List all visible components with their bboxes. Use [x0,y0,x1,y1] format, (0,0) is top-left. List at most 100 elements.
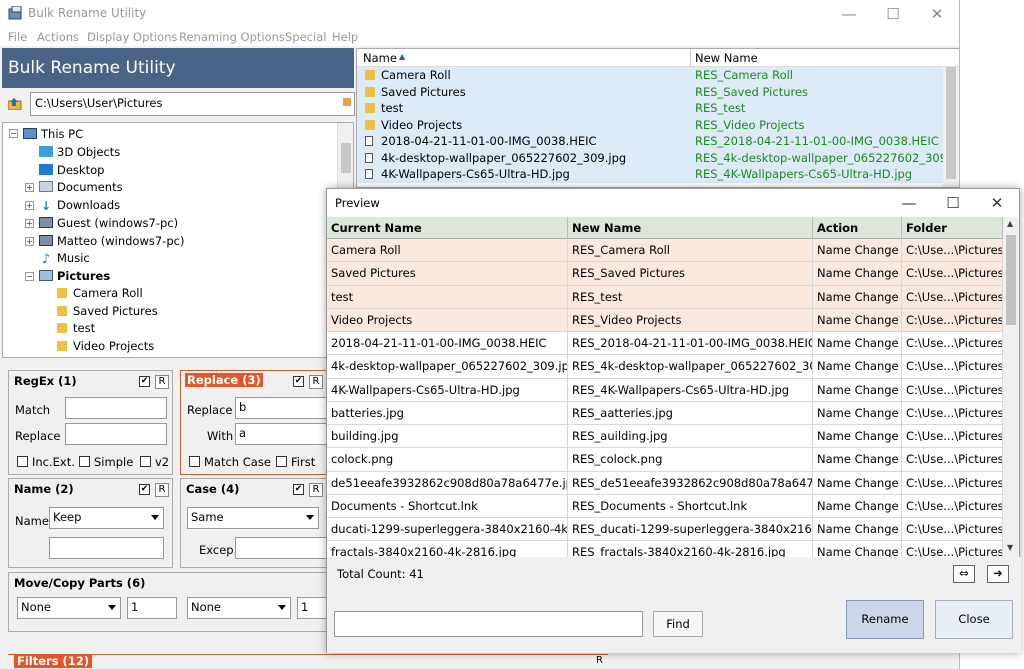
tree-node[interactable]: Saved Pictures [57,304,158,321]
header-current-name[interactable]: Current Name [327,217,568,239]
fit-columns-button[interactable]: ⇔ [953,565,975,583]
path-browse-icon[interactable] [343,98,351,106]
rename-button[interactable]: Rename [846,600,924,639]
name-enable-checkbox[interactable]: ✔ [139,484,150,495]
preview-close-button[interactable]: ✕ [975,189,1019,217]
header-folder[interactable]: Folder [902,217,1003,239]
name-reset-button[interactable]: R [155,483,169,497]
minimize-button[interactable]: — [826,0,872,28]
preview-row[interactable]: Documents - Shortcut.lnk RES_Documents - … [327,494,1003,518]
move-copy-count-2[interactable]: 1 [297,597,327,619]
file-row[interactable]: Video Projects RES_Video Projects [357,116,945,133]
preview-minimize-button[interactable]: — [887,189,931,217]
tree-node[interactable]: test [57,321,95,338]
preview-row[interactable]: Video Projects RES_Video Projects Name Cha… [327,308,1003,332]
preview-row[interactable]: colock.png RES_colock.png Name Change C:\Us… [327,448,1003,472]
file-list-scroll-thumb[interactable] [946,67,956,179]
expand-icon[interactable]: + [25,201,34,210]
regex-replace-input[interactable] [65,423,167,445]
file-row[interactable]: 4k-desktop-wallpaper_065227602_309.jpg RE… [357,149,959,166]
excep-input[interactable] [235,537,329,559]
tree-scroll-thumb[interactable] [341,143,351,173]
file-row[interactable]: Camera Roll RES_Camera Roll [357,67,945,84]
preview-row[interactable]: Saved Pictures RES_Saved Pictures Name Cha… [327,262,1003,286]
replace-input[interactable]: b [235,397,329,419]
preview-row[interactable]: Camera Roll RES_Camera Roll Name Change C:\… [327,239,1003,263]
tree-node[interactable]: 3D Objects [39,145,120,162]
menu-display-options[interactable]: Display Options [87,30,177,44]
match-case-checkbox[interactable] [189,456,200,467]
preview-scrollbar[interactable]: ▲ ▼ [1003,217,1019,557]
column-header-new-name[interactable]: New Name [695,51,758,65]
move-copy-select-1[interactable]: None [17,597,121,619]
regex-reset-button[interactable]: R [155,375,169,389]
case-select[interactable]: Same [187,507,319,529]
scroll-down-icon[interactable]: ▼ [1007,543,1013,552]
path-input[interactable]: C:\Users\User\Pictures [30,92,355,116]
jump-button[interactable]: ➜ [987,565,1009,583]
tree-node[interactable]: This PC [23,127,83,144]
move-copy-select-2[interactable]: None [187,597,291,619]
column-header-name[interactable]: Name [363,51,397,65]
case-reset-button[interactable]: R [309,483,323,497]
header-action[interactable]: Action [813,217,902,239]
expand-icon[interactable]: + [25,183,34,192]
tree-node[interactable]: Matteo (windows7-pc) [39,234,184,251]
preview-scroll-thumb[interactable] [1006,235,1016,325]
preview-row[interactable]: 2018-04-21-11-01-00-IMG_0038.HEIC RES_201… [327,332,1003,356]
tree-node[interactable]: Camera Roll [57,286,143,303]
file-list-scrollbar[interactable] [943,67,959,187]
tree-node[interactable]: Desktop [39,163,104,180]
find-input[interactable] [334,611,643,637]
match-input[interactable] [65,397,167,419]
close-button[interactable]: ✕ [914,0,959,28]
close-dialog-button[interactable]: Close [935,600,1013,639]
collapse-icon[interactable]: − [25,272,34,281]
file-row[interactable]: Saved Pictures RES_Saved Pictures [357,83,945,100]
preview-row[interactable]: de51eeafe3932862c908d80a78a6477e.jpg RES_… [327,471,1003,495]
incext-checkbox[interactable] [17,456,28,467]
preview-row[interactable]: 4k-desktop-wallpaper_065227602_309.jpg RE… [327,355,1003,379]
up-folder-icon[interactable] [7,98,22,111]
case-enable-checkbox[interactable]: ✔ [293,484,304,495]
tree-node-selected[interactable]: Pictures [39,269,110,286]
preview-row[interactable]: 4K-Wallpapers-Cs65-Ultra-HD.jpg RES_4K-Wa… [327,378,1003,402]
tree-node[interactable]: ↓ Downloads [39,198,120,215]
expand-icon[interactable]: + [25,219,34,228]
expand-icon[interactable]: + [25,237,34,246]
with-input[interactable]: a [235,423,329,445]
file-row[interactable]: 4K-Wallpapers-Cs65-Ultra-HD.jpg RES_4K-Wa… [357,166,945,183]
menu-actions[interactable]: Actions [37,30,79,44]
tree-node[interactable]: ♪ Music [39,251,90,268]
move-copy-count[interactable]: 1 [127,597,177,619]
menu-renaming-options[interactable]: Renaming Options [179,30,285,44]
regex-enable-checkbox[interactable]: ✔ [139,376,150,387]
tree-node[interactable]: Guest (windows7-pc) [39,216,178,233]
preview-row[interactable]: test RES_test Name Change C:\Use...\Picture… [327,285,1003,309]
menu-help[interactable]: Help [332,30,358,44]
folder-tree[interactable]: − This PC 3D Objects Desktop + Documents… [2,122,354,358]
file-row[interactable]: 2018-04-21-11-01-00-IMG_0038.HEIC RES_201… [357,133,945,150]
preview-row[interactable]: fractals-3840x2160-4k-2816.jpg RES_fracta… [327,541,1003,557]
file-list[interactable]: Name ▲ New Name Camera Roll RES_Camera Ro… [356,48,959,188]
preview-grid[interactable]: Current Name New Name Action Folder Came… [327,217,1021,557]
tree-node[interactable]: Documents [39,180,123,197]
replace-enable-checkbox[interactable]: ✔ [293,376,304,387]
preview-row[interactable]: batteries.jpg RES_aatteries.jpg Name Chang… [327,401,1003,425]
preview-row[interactable]: ducati-1299-superleggera-3840x2160-4k-ra… [327,518,1003,542]
simple-checkbox[interactable] [79,456,90,467]
first-checkbox[interactable] [276,456,287,467]
tree-node[interactable]: Video Projects [57,339,154,356]
menu-special[interactable]: Special [285,30,326,44]
name-input[interactable] [49,537,164,559]
name-select[interactable]: Keep [49,507,164,529]
v2-checkbox[interactable] [140,456,151,467]
scroll-up-icon[interactable]: ▲ [1007,219,1013,228]
preview-maximize-button[interactable]: ☐ [931,189,975,217]
find-button[interactable]: Find [653,611,703,637]
replace-reset-button[interactable]: R [309,375,323,389]
collapse-icon[interactable]: − [9,129,18,138]
header-new-name[interactable]: New Name [568,217,813,239]
menu-file[interactable]: File [8,30,27,44]
filters-reset-button[interactable]: R [596,655,603,666]
